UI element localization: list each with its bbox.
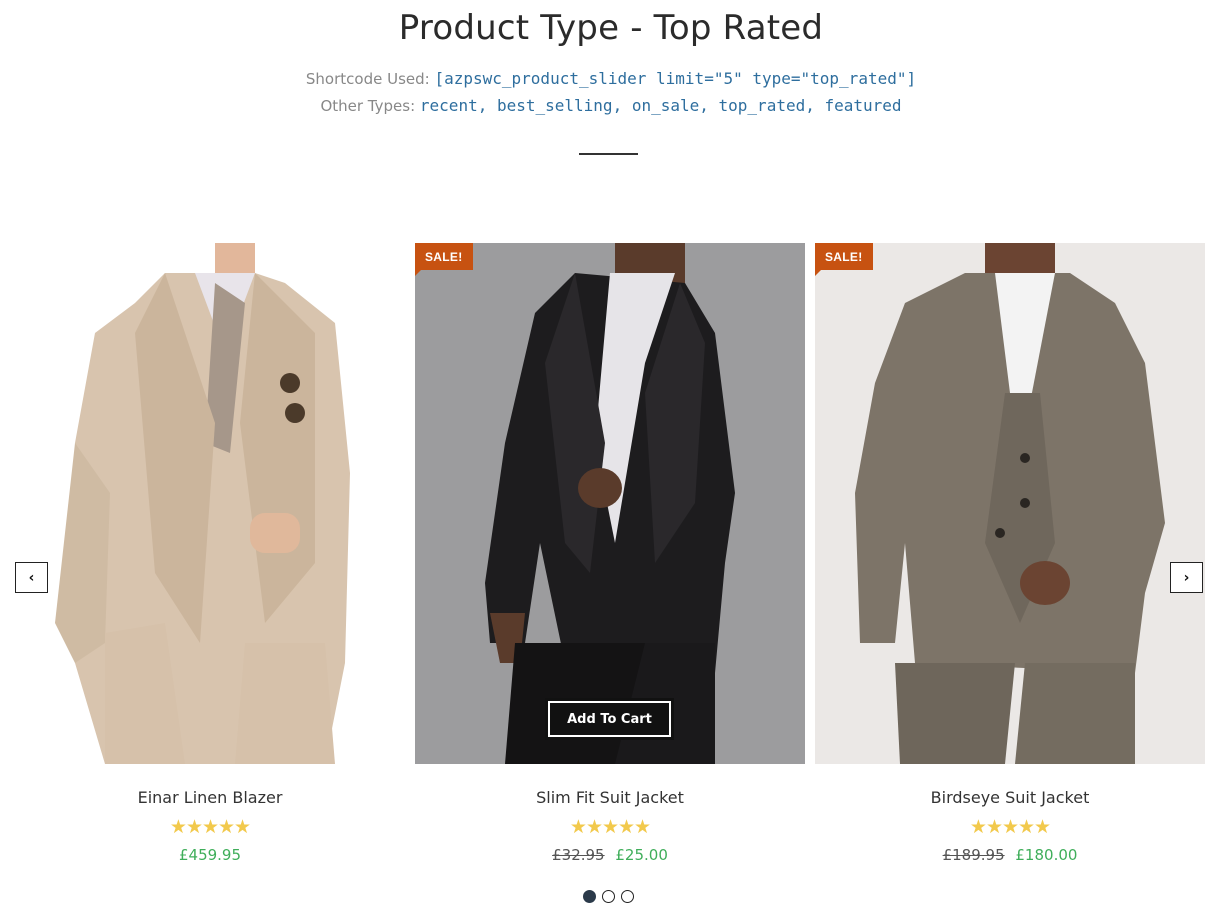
slider-prev-button[interactable]: ‹: [15, 562, 48, 593]
star-rating: ★★★★★: [169, 816, 251, 838]
star-rating: ★★★★★: [969, 816, 1051, 838]
sale-badge: SALE!: [415, 243, 473, 276]
product-name[interactable]: Einar Linen Blazer: [15, 788, 405, 807]
page-title: Product Type - Top Rated: [398, 8, 824, 48]
pagination-dot[interactable]: [621, 890, 634, 903]
product-image[interactable]: [15, 243, 405, 764]
title-divider: [579, 153, 638, 155]
other-types-line: Other Types: recent, best_selling, on_sa…: [0, 96, 1222, 115]
product-name[interactable]: Slim Fit Suit Jacket: [415, 788, 805, 807]
pagination-dot[interactable]: [583, 890, 596, 903]
shortcode-line: Shortcode Used: [azpswc_product_slider l…: [0, 69, 1222, 88]
current-price: £459.95: [178, 846, 242, 864]
pagination-dot[interactable]: [602, 890, 615, 903]
slim-fit-jacket-illustration: [415, 243, 805, 764]
linen-blazer-illustration: [15, 243, 405, 764]
birdseye-jacket-illustration: [815, 243, 1205, 764]
current-price: £180.00: [1015, 846, 1078, 864]
slider-next-button[interactable]: ›: [1170, 562, 1203, 593]
current-price: £25.00: [615, 846, 668, 864]
other-types-label: Other Types:: [320, 97, 416, 115]
slider-pagination: [583, 890, 634, 903]
product-card[interactable]: Einar Linen Blazer ★★★★★ £459.95: [15, 243, 405, 864]
chevron-left-icon: ‹: [28, 569, 35, 586]
product-price: £189.95 £180.00: [815, 846, 1205, 864]
product-price: £459.95: [15, 846, 405, 864]
old-price: £189.95: [942, 846, 1005, 864]
sale-badge: SALE!: [815, 243, 873, 276]
product-price: £32.95 £25.00: [415, 846, 805, 864]
product-image[interactable]: SALE! Add To Cart: [415, 243, 805, 764]
shortcode-value: [azpswc_product_slider limit="5" type="t…: [434, 69, 917, 88]
add-to-cart-button[interactable]: Add To Cart: [547, 700, 672, 738]
product-name[interactable]: Birdseye Suit Jacket: [815, 788, 1205, 807]
product-card[interactable]: SALE! Birdseye Suit Jacket ★★★★★ £189.95…: [815, 243, 1205, 864]
product-card[interactable]: SALE! Add To Cart Slim Fit Suit Jacket ★…: [415, 243, 805, 864]
star-rating: ★★★★★: [569, 816, 651, 838]
old-price: £32.95: [552, 846, 605, 864]
shortcode-label: Shortcode Used:: [305, 70, 430, 88]
other-types-value: recent, best_selling, on_sale, top_rated…: [419, 96, 902, 115]
product-image[interactable]: SALE!: [815, 243, 1205, 764]
chevron-right-icon: ›: [1183, 569, 1190, 586]
